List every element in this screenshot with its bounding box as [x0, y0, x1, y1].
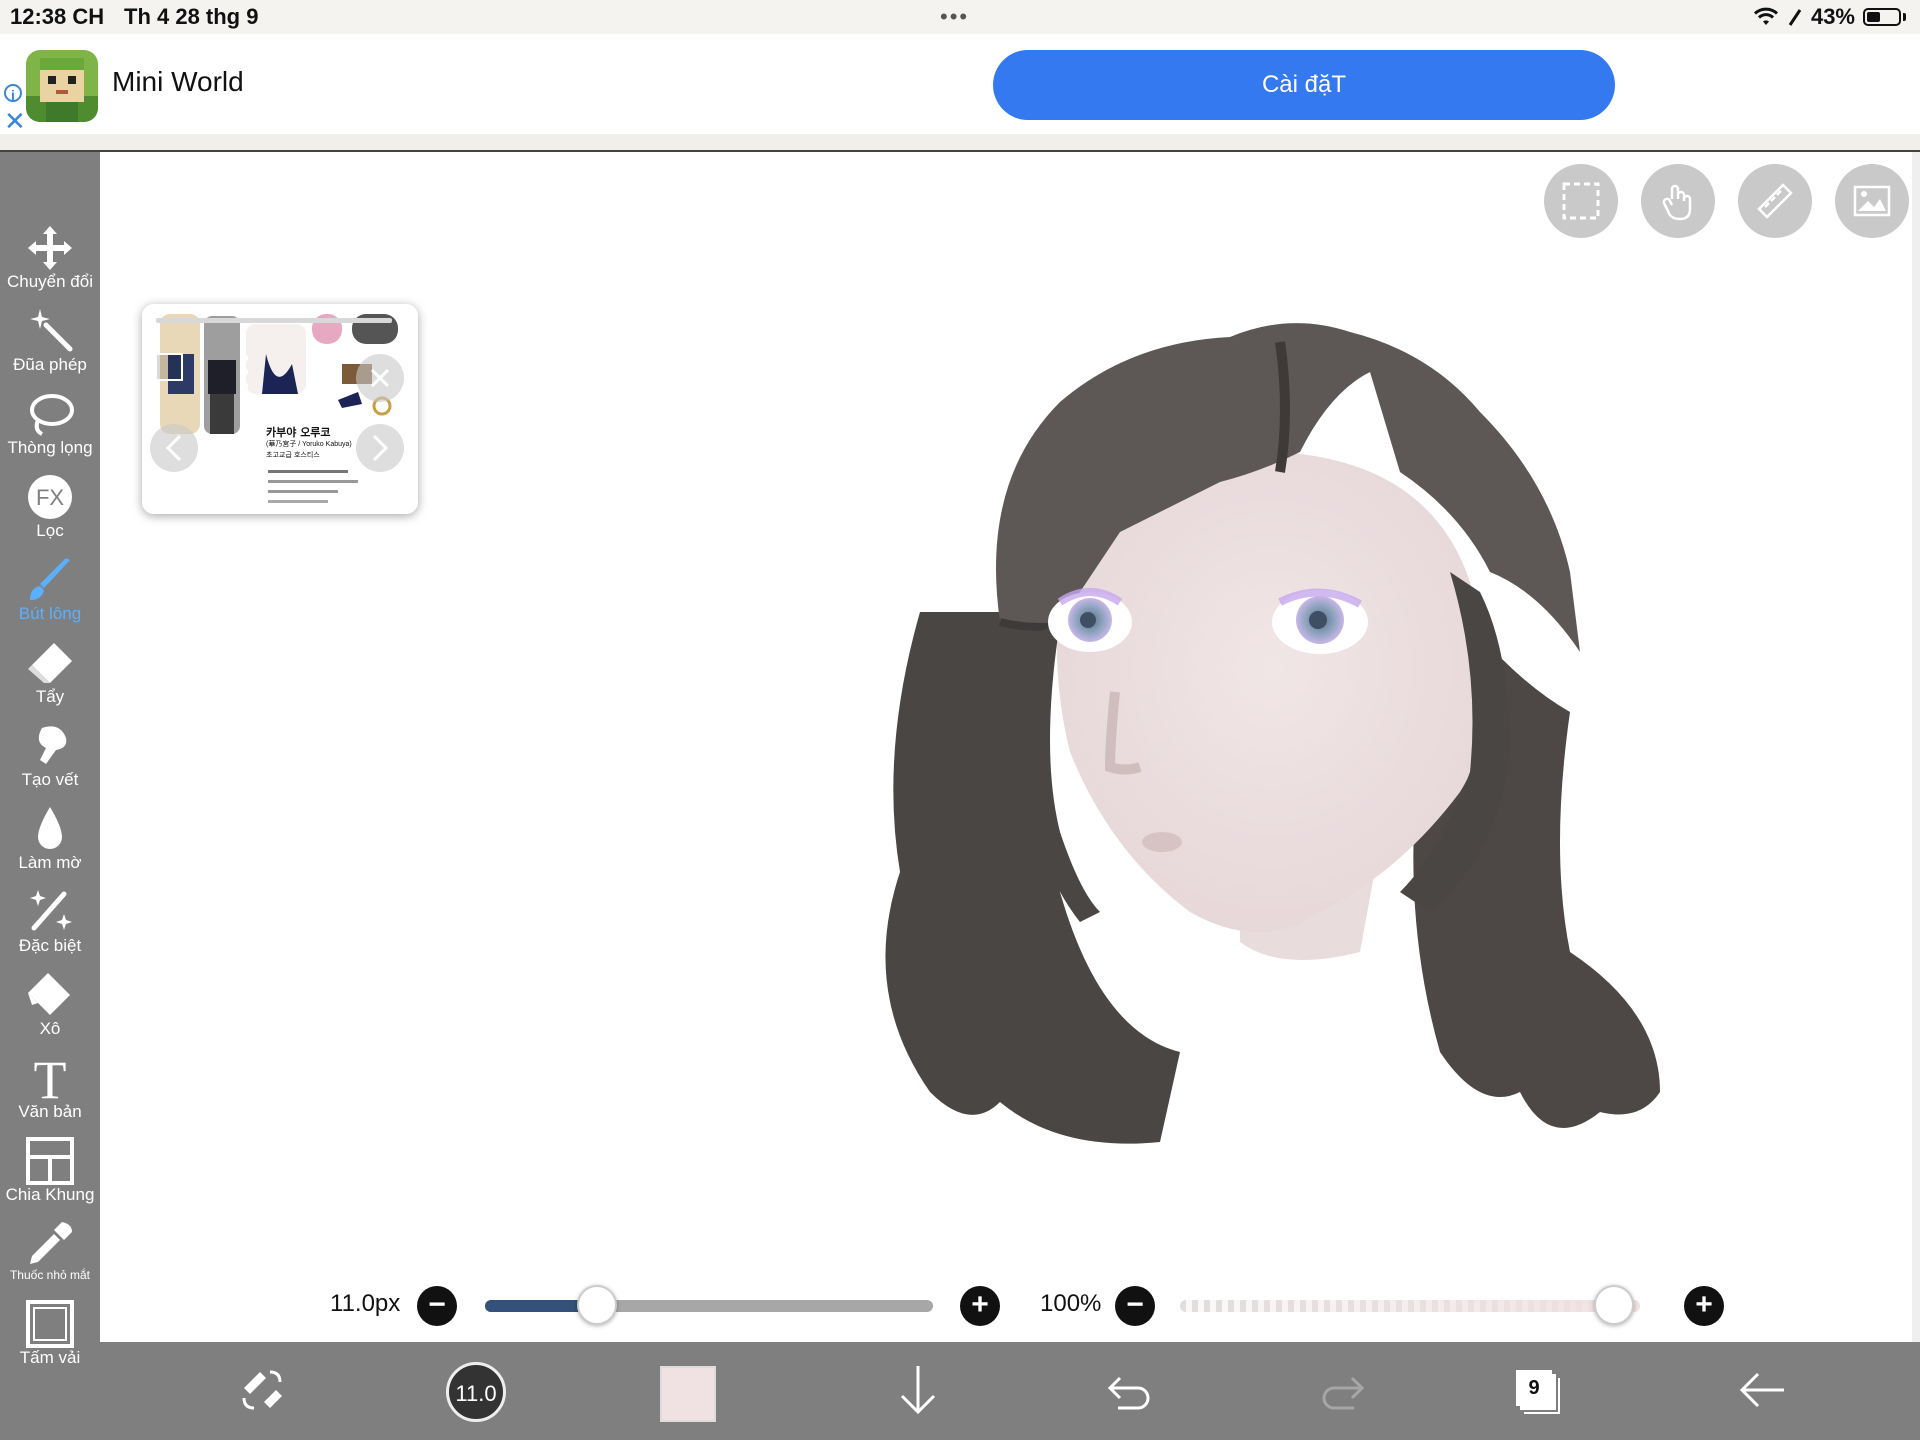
back-arrow-icon[interactable] — [1730, 1358, 1794, 1422]
frame-divide-icon — [26, 1137, 74, 1185]
tool-label: Đặc biệt — [18, 936, 82, 955]
tool-eyedropper[interactable]: Thuốc nhỏ mắt — [0, 1218, 100, 1282]
blur-drop-icon — [38, 807, 62, 849]
install-button[interactable]: Cài đặT — [993, 50, 1615, 120]
opacity-decrease-button[interactable]: − — [1115, 1286, 1155, 1326]
wifi-icon — [1753, 7, 1778, 25]
brush-size-indicator[interactable]: 11.0 — [446, 1362, 506, 1422]
brush-size-slider[interactable] — [485, 1300, 933, 1312]
bucket-icon — [28, 973, 70, 1015]
eraser-icon — [28, 643, 72, 683]
download-arrow-icon[interactable] — [886, 1358, 950, 1422]
mini-world-app-icon[interactable] — [26, 50, 98, 122]
bottom-toolbar — [100, 1342, 1920, 1440]
move-icon — [28, 226, 72, 270]
brush-icon — [30, 558, 70, 600]
canvas-icon — [26, 1300, 74, 1348]
ad-banner[interactable]: i ✕ Mini World Cài đặT — [0, 34, 1920, 134]
fx-filter-icon: FX — [28, 475, 72, 519]
ruler-button[interactable] — [1738, 164, 1812, 238]
tool-smudge[interactable]: Tạo vết — [0, 720, 100, 790]
tool-label: Lọc — [36, 521, 64, 540]
tool-label: Thòng lọng — [7, 438, 93, 457]
svg-text:T: T — [34, 1052, 67, 1104]
smudge-icon — [38, 726, 67, 764]
redo-icon[interactable] — [1310, 1358, 1374, 1422]
opacity-slider-thumb[interactable] — [1594, 1285, 1634, 1325]
tool-canvas[interactable]: Tấm vải — [0, 1298, 100, 1368]
brush-size-slider-thumb[interactable] — [577, 1285, 617, 1325]
swap-brush-eraser-icon[interactable] — [230, 1358, 294, 1422]
tool-bucket[interactable]: Xô — [0, 969, 100, 1039]
selection-button[interactable] — [1544, 164, 1618, 238]
pencil-connected-icon — [1788, 9, 1802, 26]
current-color-swatch[interactable] — [660, 1366, 716, 1422]
tool-frame-divider[interactable]: Chia Khung — [0, 1135, 100, 1205]
tool-label: Tẩy — [35, 687, 65, 706]
reference-image — [142, 304, 418, 514]
tool-label: Bút lông — [18, 604, 82, 623]
reference-caption-name: 카부야 오루코 — [266, 426, 331, 439]
ad-title[interactable]: Mini World — [112, 66, 244, 98]
tool-label: Đũa phép — [13, 355, 87, 374]
opacity-increase-button[interactable]: + — [1684, 1286, 1724, 1326]
tool-sidebar: Chuyển đổi Đũa phép Thòng lọng FX Lọc Bú… — [0, 152, 100, 1440]
battery-percent: 43% — [1810, 4, 1855, 29]
size-increase-button[interactable]: + — [960, 1286, 1000, 1326]
tool-transform[interactable]: Chuyển đổi — [0, 222, 100, 292]
special-sparkle-icon — [30, 890, 72, 931]
brush-size-label: 11.0px — [330, 1290, 401, 1317]
tool-lasso[interactable]: Thòng lọng — [0, 388, 100, 458]
selection-rect-icon — [1562, 182, 1600, 220]
tool-special[interactable]: Đặc biệt — [0, 886, 100, 956]
lasso-icon — [30, 394, 74, 436]
opacity-slider[interactable] — [1180, 1300, 1640, 1312]
tool-magic-wand[interactable]: Đũa phép — [0, 305, 100, 375]
tool-blur[interactable]: Làm mờ — [0, 803, 100, 873]
battery-icon — [1863, 8, 1901, 26]
tool-brush[interactable]: Bút lông — [0, 554, 100, 624]
reference-image-button[interactable] — [1835, 164, 1909, 238]
tool-label: Tạo vết — [21, 770, 79, 789]
layers-button[interactable]: 9 — [1516, 1370, 1552, 1406]
tool-text[interactable]: T Văn bản — [0, 1052, 100, 1122]
tool-label: Thuốc nhỏ mắt — [9, 1268, 91, 1282]
opacity-label: 100% — [1040, 1290, 1102, 1317]
status-time: 12:38 CH — [10, 4, 105, 29]
eyedropper-icon — [30, 1222, 72, 1264]
svg-text:FX: FX — [36, 485, 64, 510]
size-decrease-button[interactable]: − — [417, 1286, 457, 1326]
reference-caption-line3: 초고교급 호스티스 — [266, 451, 320, 459]
reference-caption-subtitle: (華乃宮子 / Yoruko Kabuya) — [266, 441, 352, 448]
undo-icon[interactable] — [1098, 1358, 1162, 1422]
tool-label: Làm mờ — [18, 853, 82, 872]
tool-eraser[interactable]: Tẩy — [0, 637, 100, 707]
tool-filter[interactable]: FX Lọc — [0, 471, 100, 541]
touch-gesture-button[interactable] — [1641, 164, 1715, 238]
tool-label: Văn bản — [18, 1102, 82, 1121]
ruler-icon — [1757, 183, 1793, 219]
status-date: Th 4 28 thg 9 — [124, 4, 259, 29]
hand-touch-icon — [1662, 184, 1692, 221]
tool-label: Tấm vải — [19, 1348, 81, 1367]
magic-wand-icon — [30, 309, 73, 352]
ad-close-icon[interactable]: ✕ — [4, 108, 26, 134]
multitasking-dots-icon[interactable]: ••• — [940, 4, 969, 30]
tool-label: Chuyển đổi — [6, 272, 93, 291]
tool-label: Xô — [39, 1019, 61, 1038]
reference-window[interactable]: 카부야 오루코 (華乃宮子 / Yoruko Kabuya) 초고교급 호스티스 — [142, 304, 418, 514]
status-bar: 12:38 CH Th 4 28 thg 9 ••• 43% — [0, 0, 1920, 34]
tool-label: Chia Khung — [5, 1185, 95, 1204]
ad-info-icon[interactable]: i — [4, 84, 22, 103]
text-icon: T — [34, 1052, 67, 1104]
image-icon — [1853, 185, 1891, 217]
status-indicators: 43% — [1753, 3, 1906, 31]
